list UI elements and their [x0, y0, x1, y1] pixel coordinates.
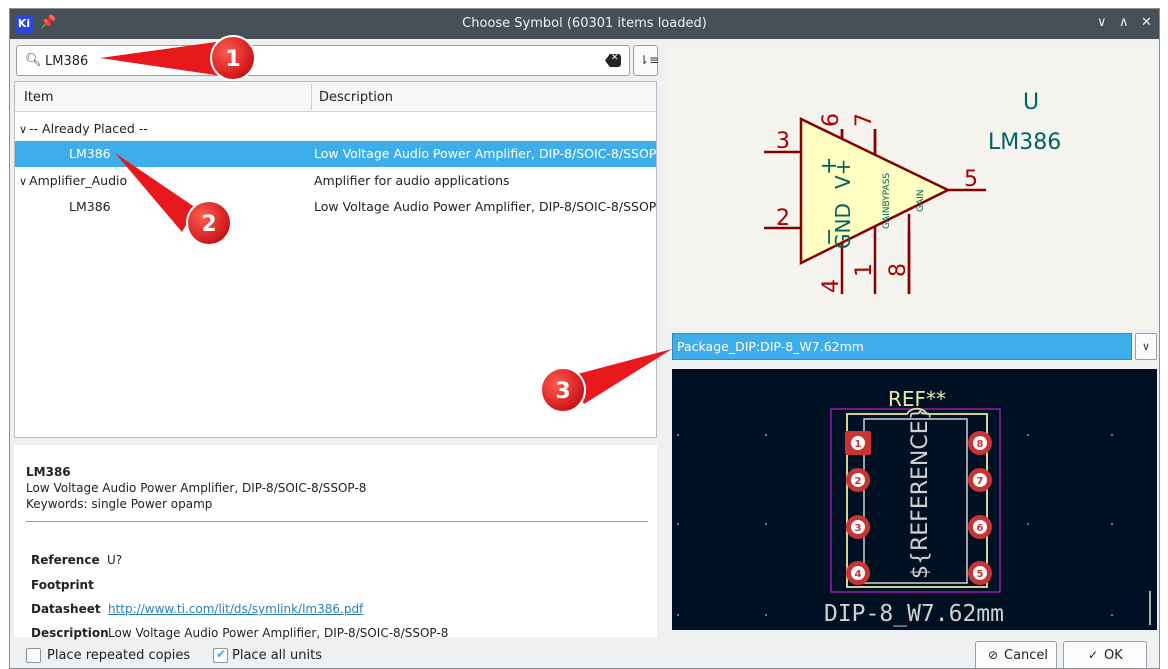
callout-3-number: 3	[555, 379, 570, 404]
callout-2-number: 2	[201, 212, 216, 237]
callout-2-pointer	[115, 153, 196, 232]
callout-3-pointer	[570, 349, 672, 404]
callout-1-pointer	[100, 42, 222, 76]
callout-annotations: 1 2 3	[100, 35, 672, 413]
callout-1-number: 1	[225, 47, 240, 72]
